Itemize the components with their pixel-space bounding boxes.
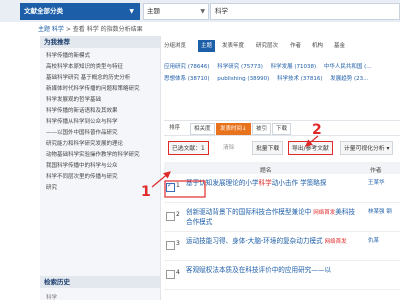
annotation-arrows — [151, 135, 319, 198]
annotation-arrow-2 — [305, 135, 319, 147]
annotation-box-row-1 — [164, 180, 206, 198]
annotation-arrow-1 — [151, 171, 171, 188]
